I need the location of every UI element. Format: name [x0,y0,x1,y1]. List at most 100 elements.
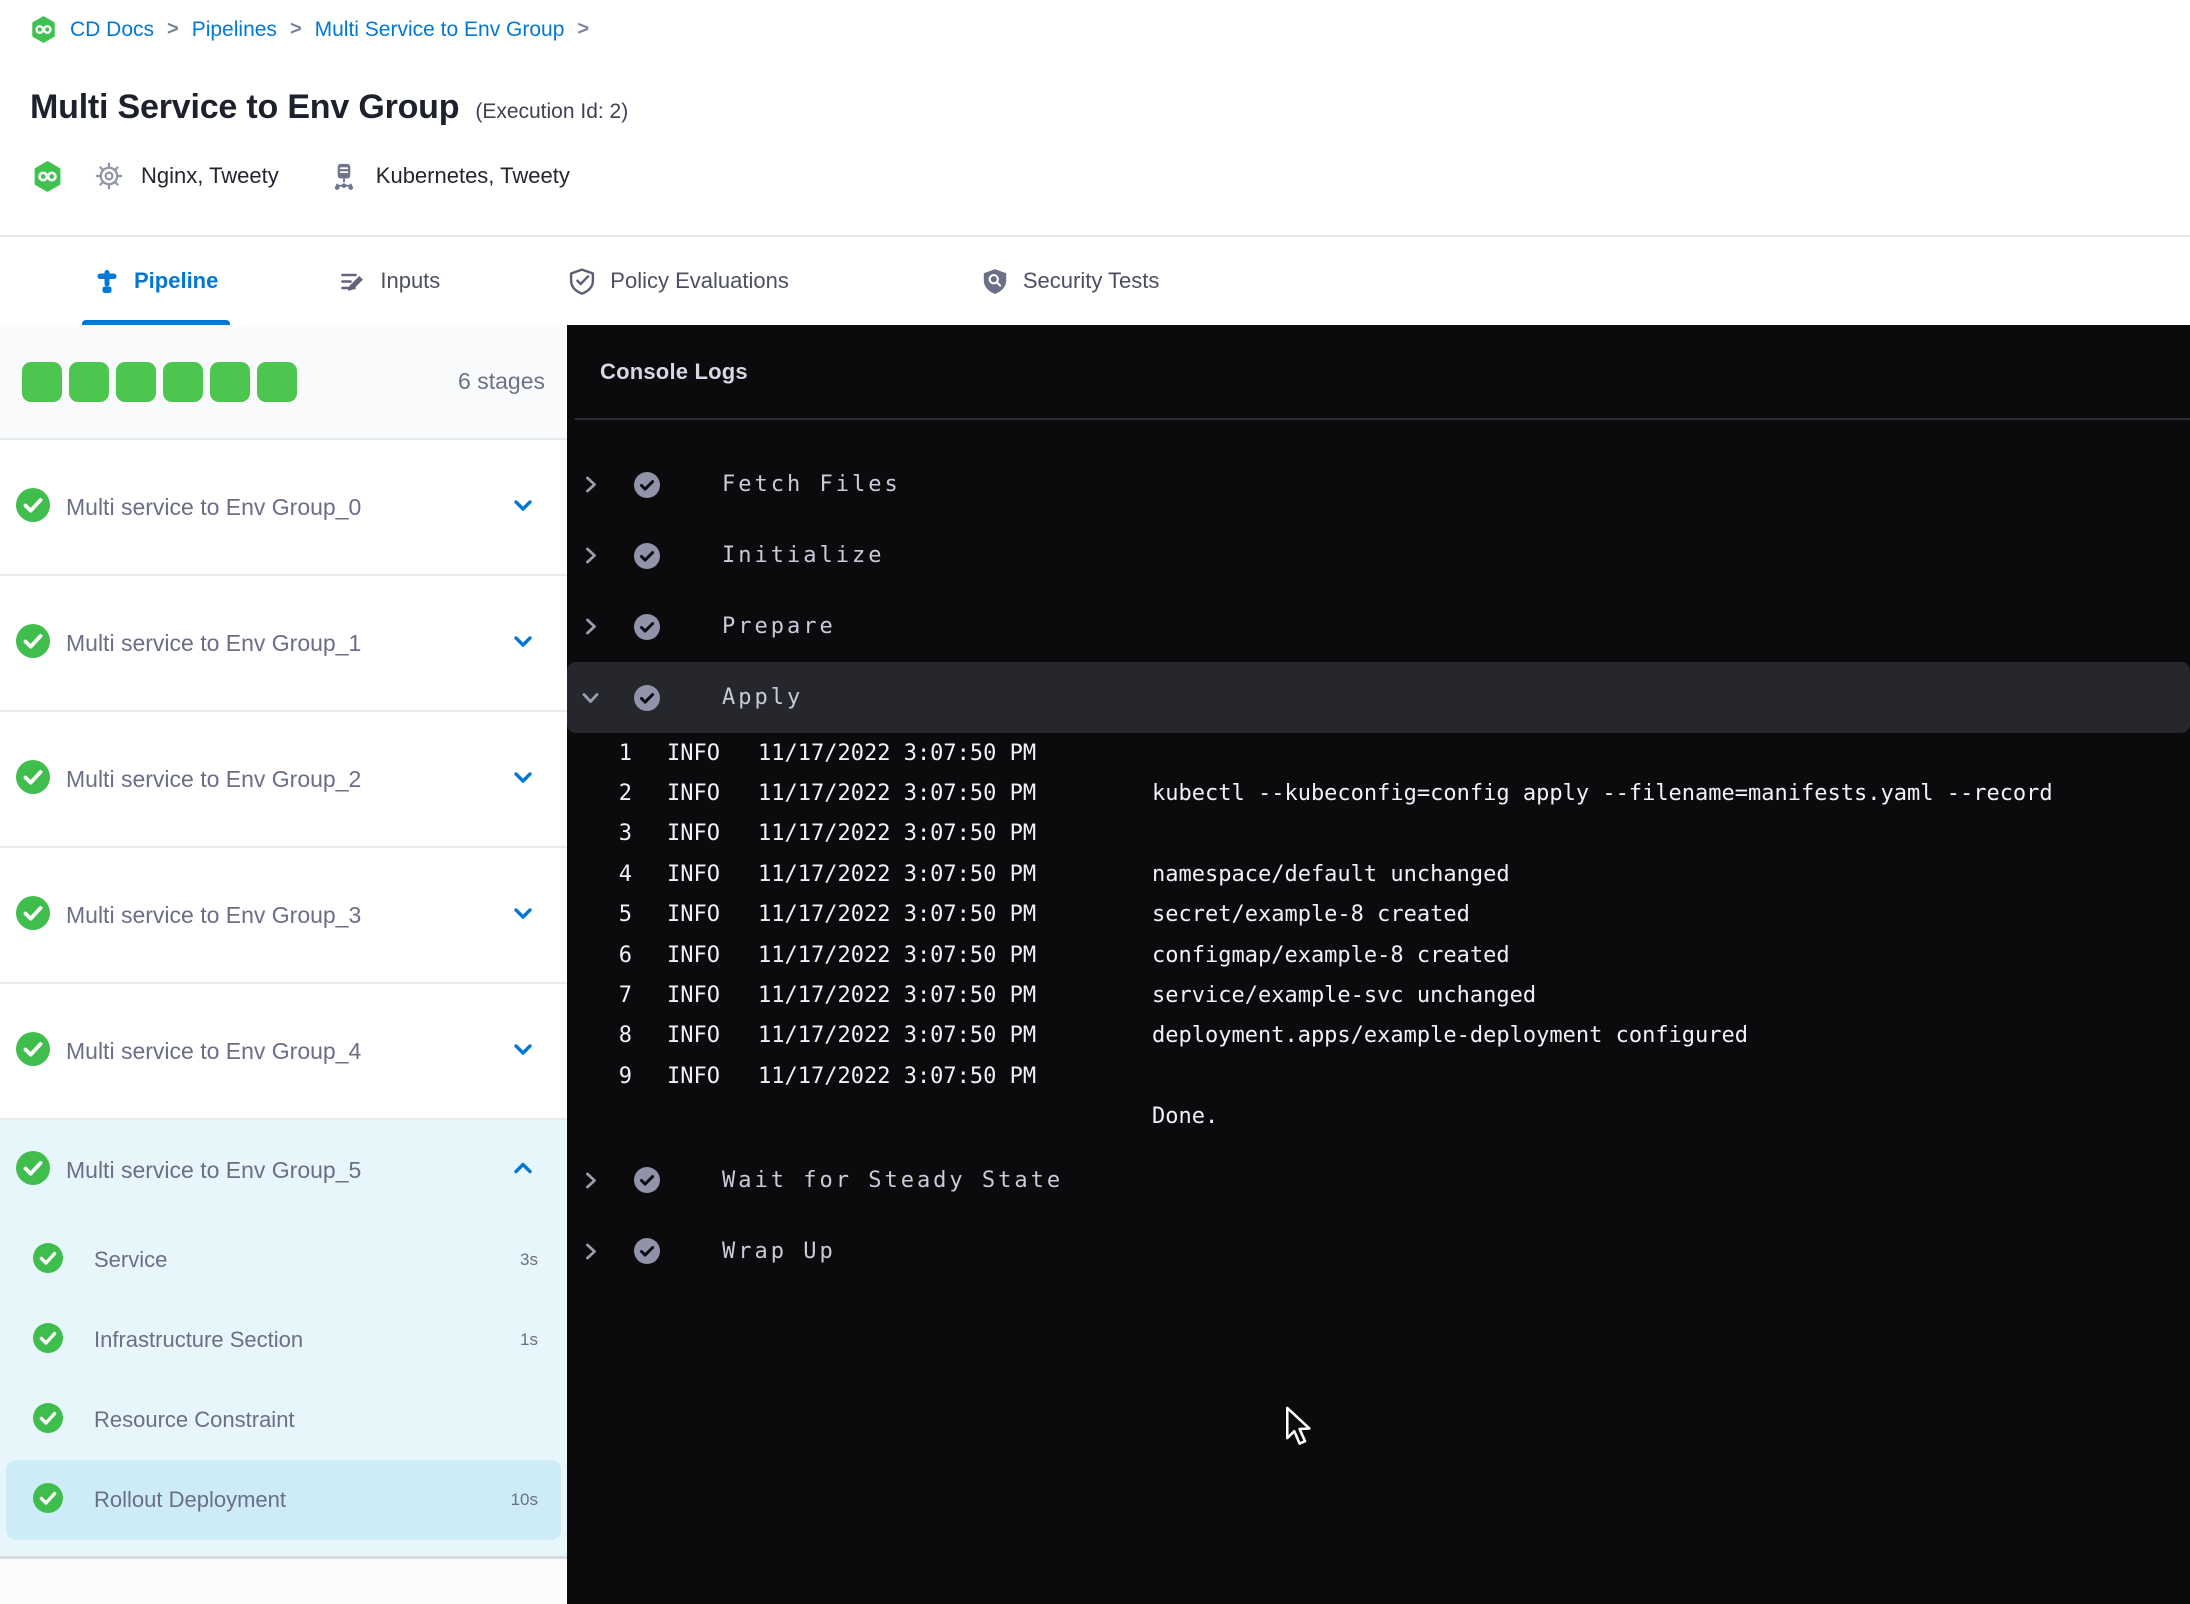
expand-chevron[interactable] [577,1168,603,1193]
pipeline-icon [97,270,117,293]
console-step-row[interactable]: Fetch Files [567,449,2190,520]
expand-chevron[interactable] [577,614,603,639]
stage-row[interactable]: Multi service to Env Group_0 [0,440,567,576]
stage-row[interactable]: Multi service to Env Group_4 [0,984,567,1120]
stage-name: Multi service to Env Group_5 [66,1156,362,1183]
chevron-right-icon[interactable] [578,472,603,497]
mouse-cursor [1286,1406,1311,1445]
chevron-right-icon[interactable] [578,1239,603,1264]
step-status-icon [634,613,660,640]
main-content: 6 stages Multi service to Env Group_0 Mu… [0,325,2190,1604]
tab-policy-evaluations[interactable]: Policy Evaluations [568,237,789,325]
console-step-row[interactable]: Initialize [567,520,2190,591]
success-check-icon [16,1031,50,1066]
success-check-icon [16,487,50,522]
page-header: CD Docs > Pipelines > Multi Service to Env G… [0,0,2190,237]
stage-row[interactable]: Multi service to Env Group_1 [0,576,567,712]
harness-logo-icon [32,16,55,43]
tab-pipeline[interactable]: Pipeline [81,237,231,325]
stage-success-icon [16,1150,50,1190]
expand-chevron[interactable] [577,543,603,568]
step-row[interactable]: Service 3s [6,1220,561,1300]
harness-logo-icon [34,160,61,192]
stage-success-square [22,361,62,402]
step-status-icon [634,542,660,569]
step-success-check-icon [634,684,660,711]
chevron-down-icon[interactable] [509,491,537,519]
log-level: INFO [667,983,720,1009]
stage-expand-toggle[interactable] [509,899,537,932]
stage-collapse-toggle[interactable] [509,1154,537,1187]
tab-label: Policy Evaluations [610,268,789,293]
console-step-row[interactable]: Wrap Up [567,1216,2190,1287]
chevron-right-icon[interactable] [578,543,603,568]
console-step-name: Fetch Files [722,472,901,497]
console-step-row[interactable]: Apply [567,662,2190,733]
stage-success-icon [16,623,50,663]
breadcrumb-separator-icon: > [577,18,590,40]
log-line-number: 4 [618,861,632,887]
log-line: 4 INFO 11/17/2022 3:07:50 PM namespace/d… [567,854,2190,894]
stage-success-square [257,361,297,402]
step-status-icon [634,1167,660,1194]
collapse-chevron[interactable] [577,685,603,710]
console-logs-title: Console Logs [600,358,748,384]
tab-security-tests[interactable]: Security Tests [981,237,1160,325]
chevron-down-icon[interactable] [578,685,603,710]
step-row[interactable]: Infrastructure Section 1s [6,1300,561,1380]
stage-expand-toggle[interactable] [509,1035,537,1068]
stage-row[interactable]: Multi service to Env Group_5 [0,1120,567,1220]
tab-inputs[interactable]: Inputs [339,237,440,325]
breadcrumb-link[interactable]: Pipelines [192,18,277,42]
console-step-row[interactable]: Prepare [567,591,2190,662]
tab-label: Inputs [380,268,441,293]
stage-row[interactable]: Multi service to Env Group_3 [0,848,567,984]
step-status-icon [634,684,660,711]
expand-chevron[interactable] [577,472,603,497]
execution-tabs: Pipeline Inputs Policy Evaluations Secur… [0,237,2190,325]
log-message: deployment.apps/example-deployment confi… [1152,1023,1749,1049]
console-step-row[interactable]: Wait for Steady State [567,1145,2190,1216]
step-duration: 1s [520,1330,538,1349]
page-title: Multi Service to Env Group [30,88,460,126]
log-timestamp: 11/17/2022 3:07:50 PM [758,942,1037,968]
success-check-icon [33,1482,63,1513]
step-success-icon [33,1402,63,1438]
stage-success-square [116,361,156,402]
stage-expand-toggle[interactable] [509,763,537,796]
success-check-icon [16,759,50,794]
console-step-name: Wrap Up [722,1238,836,1264]
chevron-up-icon[interactable] [509,1154,537,1182]
log-line-number: 5 [618,902,632,928]
console-step-name: Prepare [722,614,836,639]
chevron-right-icon[interactable] [578,614,603,639]
stage-expand-toggle[interactable] [509,627,537,660]
tab-label: Security Tests [1022,268,1160,293]
success-check-icon [33,1402,63,1433]
breadcrumb-link[interactable]: CD Docs [70,18,154,42]
log-line: 8 INFO 11/17/2022 3:07:50 PM deployment.… [567,1016,2190,1056]
stage-expand-toggle[interactable] [509,491,537,524]
breadcrumb-link[interactable]: Multi Service to Env Group [315,18,565,42]
log-line: Done. [567,1097,2190,1137]
console-step-name: Initialize [722,543,885,568]
breadcrumb-separator-icon: > [289,18,302,40]
log-line: 9 INFO 11/17/2022 3:07:50 PM [567,1056,2190,1096]
expand-chevron[interactable] [577,1239,603,1264]
chevron-down-icon[interactable] [509,627,537,655]
stage-success-icon [16,759,50,799]
step-success-check-icon [634,471,660,498]
log-level: INFO [667,902,720,928]
chevron-down-icon[interactable] [509,1035,537,1063]
stage-status-squares [22,361,297,402]
chevron-down-icon[interactable] [509,763,537,791]
log-line-number: 7 [618,983,632,1009]
stage-row[interactable]: Multi service to Env Group_2 [0,712,567,848]
chevron-down-icon[interactable] [509,899,537,927]
console-logs-header: Console Logs [575,325,2190,420]
log-timestamp: 11/17/2022 3:07:50 PM [758,781,1037,807]
step-row[interactable]: Resource Constraint [6,1380,561,1460]
log-line: 5 INFO 11/17/2022 3:07:50 PM secret/exam… [567,895,2190,935]
step-row[interactable]: Rollout Deployment 10s [6,1460,561,1540]
chevron-right-icon[interactable] [578,1168,603,1193]
